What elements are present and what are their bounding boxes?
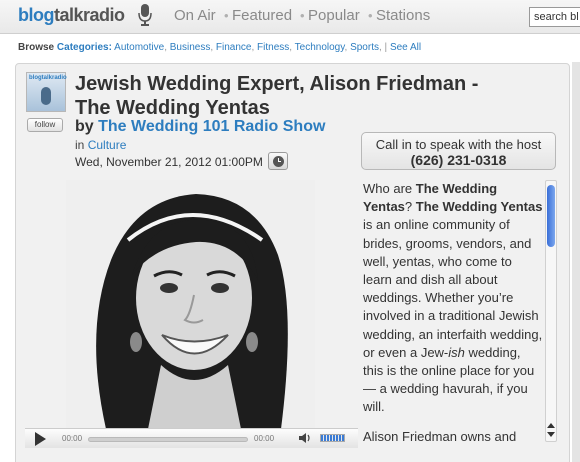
description-text: is an online community of brides, grooms… (363, 217, 543, 360)
category-line: in Culture (75, 138, 126, 152)
browse-label: Browse (18, 42, 55, 53)
description-bold-text: The Wedding Yentas (415, 199, 543, 215)
volume-icon[interactable] (298, 432, 312, 444)
total-time: 00:00 (254, 434, 275, 443)
in-label: in (75, 138, 85, 152)
category-link-business[interactable]: Business (170, 42, 211, 53)
description-italic-text: ish (448, 344, 465, 360)
byline: by The Wedding 101 Radio Show (75, 118, 325, 136)
show-name-link[interactable]: The Wedding 101 Radio Show (98, 118, 325, 135)
volume-slider[interactable] (320, 434, 345, 442)
call-in-phone[interactable]: (626) 231-0318 (362, 152, 555, 168)
logo-part-blog: blog (18, 5, 55, 25)
call-in-box: Call in to speak with the host (626) 231… (361, 132, 556, 170)
play-icon[interactable] (35, 432, 46, 446)
categories-label: Categories: (56, 42, 112, 53)
site-logo[interactable]: blogtalkradio (18, 5, 125, 26)
nav-separator: • (368, 8, 373, 23)
nav-on-air[interactable]: On Air (174, 7, 216, 24)
category-link-culture[interactable]: Culture (88, 138, 127, 152)
reminder-button[interactable] (268, 152, 288, 170)
thumbnail-microphone-icon (41, 87, 51, 105)
category-link-technology[interactable]: Technology (295, 42, 345, 53)
category-link-fitness[interactable]: Fitness (257, 42, 289, 53)
nav-separator: • (300, 8, 305, 23)
nav-featured[interactable]: Featured (232, 7, 292, 24)
see-all-link[interactable]: See All (390, 42, 421, 53)
episode-title: Jewish Wedding Expert, Alison Friedman -… (75, 73, 479, 119)
scrollbar-thumb[interactable] (547, 185, 555, 247)
elapsed-time: 00:00 (62, 434, 83, 443)
nav-separator: • (224, 8, 229, 23)
call-in-label: Call in to speak with the host (375, 137, 542, 152)
search-input[interactable]: search bl (529, 7, 580, 27)
browse-categories-bar: Browse Categories: Automotive, Business,… (18, 42, 422, 53)
scroll-up-arrow-icon[interactable] (547, 423, 555, 428)
seek-bar[interactable] (88, 437, 248, 442)
microphone-icon (138, 4, 152, 26)
by-label: by (75, 118, 94, 135)
host-photo (66, 180, 315, 429)
thumbnail-logo-text: blogtalkradio (29, 75, 67, 81)
follow-button[interactable]: follow (27, 118, 63, 132)
episode-description: Who are The Wedding Yentas? The Wedding … (363, 180, 543, 417)
nav-stations[interactable]: Stations (376, 7, 430, 24)
category-link-sports[interactable]: Sports (350, 42, 379, 53)
page-side-strip (572, 62, 580, 462)
episode-datetime: Wed, November 21, 2012 01:00PM (75, 155, 263, 169)
description-second-paragraph: Alison Friedman owns and (363, 429, 517, 444)
logo-part-talkradio: talkradio (54, 5, 125, 25)
scroll-down-arrow-icon[interactable] (547, 432, 555, 437)
description-text: ? (404, 199, 416, 215)
category-link-automotive[interactable]: Automotive (114, 42, 164, 53)
category-link-finance[interactable]: Finance (216, 42, 252, 53)
description-text: Who are (363, 181, 416, 196)
nav-popular[interactable]: Popular (308, 7, 360, 24)
show-thumbnail[interactable]: blogtalkradio (26, 72, 67, 112)
clock-hand (278, 161, 281, 162)
